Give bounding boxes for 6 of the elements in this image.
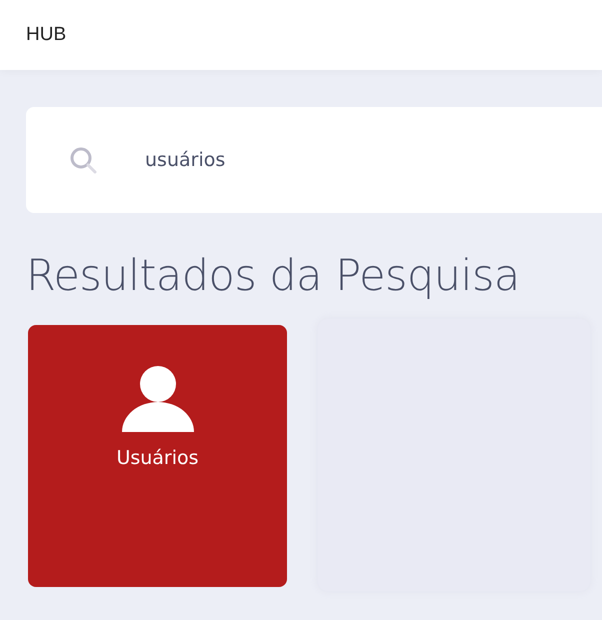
user-icon	[120, 365, 194, 433]
results-heading: Resultados da Pesquisa	[26, 251, 521, 301]
search-field[interactable]: usuários	[145, 149, 445, 171]
app-title: HUB	[26, 24, 66, 46]
result-tile[interactable]: Usuários	[28, 325, 287, 587]
search-icon	[70, 146, 97, 174]
